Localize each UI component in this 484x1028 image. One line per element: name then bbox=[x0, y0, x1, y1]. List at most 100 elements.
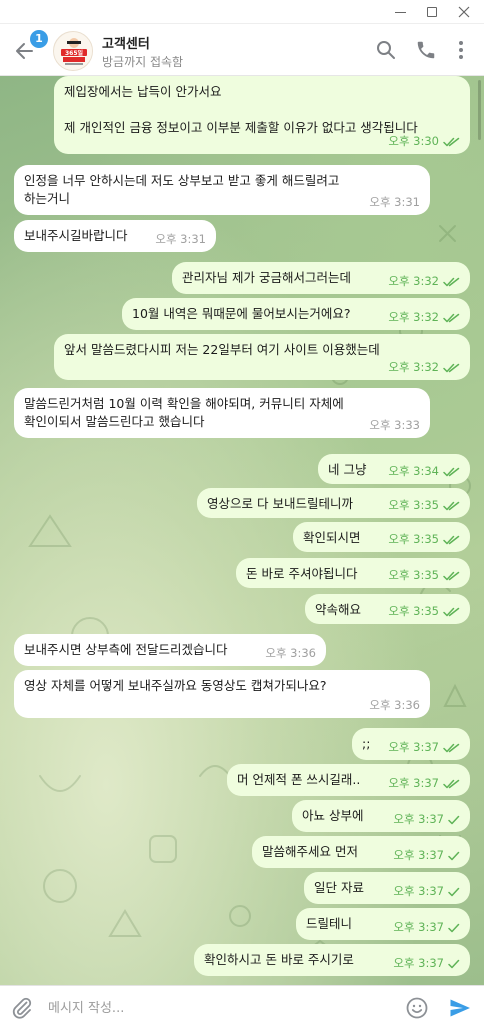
window-titlebar bbox=[0, 0, 484, 24]
message-time: 오후 3:37 bbox=[393, 848, 444, 862]
attach-button[interactable] bbox=[10, 996, 34, 1020]
message-meta: 오후 3:34 bbox=[388, 462, 460, 480]
check-icon bbox=[444, 812, 460, 826]
outgoing-message[interactable]: 머 언제적 폰 쓰시길래.. 오후 3:37 bbox=[227, 764, 470, 796]
double-check-icon bbox=[439, 274, 460, 288]
maximize-button[interactable] bbox=[416, 0, 448, 24]
message-meta: 오후 3:30 bbox=[388, 132, 460, 150]
message-text: 제입장에서는 납득이 안가서요 제 개인적인 금융 정보이고 이부분 제출할 이유… bbox=[64, 84, 418, 135]
scrollbar-thumb[interactable] bbox=[478, 80, 481, 140]
incoming-message[interactable]: 인정을 너무 안하시는데 저도 상부보고 받고 좋게 해드릴려고 하는거니오후 3… bbox=[14, 165, 430, 215]
double-check-icon bbox=[439, 776, 460, 790]
maximize-icon bbox=[427, 7, 437, 17]
incoming-message[interactable]: 보내주시길바랍니다 오후 3:31 bbox=[14, 220, 216, 252]
message-meta: 오후 3:35 bbox=[388, 496, 460, 514]
outgoing-message[interactable]: 드릴테니 오후 3:37 bbox=[296, 908, 470, 940]
message-meta: 오후 3:35 bbox=[388, 566, 460, 584]
outgoing-message[interactable]: 확인되시면 오후 3:35 bbox=[293, 522, 470, 552]
outgoing-message[interactable]: 앞서 말씀드렸다시피 저는 22일부터 여기 사이트 이용했는데 오후 3:32 bbox=[54, 334, 470, 380]
check-icon bbox=[444, 848, 460, 862]
message-time: 오후 3:34 bbox=[388, 464, 439, 478]
incoming-message[interactable]: 보내주시면 상부측에 전달드리겠습니다 오후 3:36 bbox=[14, 634, 326, 666]
outgoing-message[interactable]: 관리자님 제가 궁금해서그러는데 오후 3:32 bbox=[172, 262, 470, 294]
message-time: 오후 3:31 bbox=[155, 232, 206, 246]
message-meta: 오후 3:33 bbox=[369, 416, 420, 434]
incoming-message[interactable]: 말씀드린거처럼 10월 이력 확인을 해야되며, 커뮤니티 자체에 확인이되서 말… bbox=[14, 388, 430, 438]
message-meta: 오후 3:36 bbox=[265, 644, 316, 662]
call-button[interactable] bbox=[415, 39, 437, 61]
chat-title: 고객센터 bbox=[102, 37, 150, 52]
outgoing-message[interactable]: 확인하시고 돈 바로 주시기로 오후 3:37 bbox=[194, 944, 470, 976]
double-check-icon bbox=[439, 134, 460, 148]
more-vertical-icon bbox=[459, 41, 463, 59]
check-icon bbox=[444, 884, 460, 898]
close-window-button[interactable] bbox=[448, 0, 480, 24]
message-time: 오후 3:37 bbox=[393, 884, 444, 898]
message-time: 오후 3:35 bbox=[388, 604, 439, 618]
message-meta: 오후 3:32 bbox=[388, 272, 460, 290]
message-time: 오후 3:30 bbox=[388, 134, 439, 148]
message-time: 오후 3:31 bbox=[369, 195, 420, 209]
message-meta: 오후 3:36 bbox=[369, 696, 420, 714]
chat-status: 방금까지 접속함 bbox=[102, 55, 184, 69]
message-meta: 오후 3:37 bbox=[393, 918, 460, 936]
message-time: 오후 3:36 bbox=[265, 646, 316, 660]
message-meta: 오후 3:35 bbox=[388, 530, 460, 548]
send-button[interactable] bbox=[448, 996, 472, 1020]
outgoing-message[interactable]: 일단 자료 오후 3:37 bbox=[304, 872, 470, 904]
avatar[interactable]: 365일 bbox=[53, 31, 93, 71]
message-meta: 오후 3:32 bbox=[388, 358, 460, 376]
outgoing-message[interactable]: 약속해요 오후 3:35 bbox=[305, 594, 470, 624]
message-time: 오후 3:35 bbox=[388, 498, 439, 512]
outgoing-message[interactable]: ;; 오후 3:37 bbox=[352, 728, 470, 760]
chat-area[interactable]: 제입장에서는 납득이 안가서요 제 개인적인 금융 정보이고 이부분 제출할 이유… bbox=[0, 76, 484, 985]
message-composer bbox=[0, 985, 484, 1028]
message-text: 영상 자체를 어떻게 보내주실까요 동영상도 캡쳐가되나요? bbox=[24, 678, 327, 693]
message-meta: 오후 3:31 bbox=[369, 193, 420, 211]
outgoing-message[interactable]: 아뇨 상부에 오후 3:37 bbox=[292, 800, 470, 832]
message-meta: 오후 3:32 bbox=[388, 308, 460, 326]
check-icon bbox=[444, 920, 460, 934]
incoming-message[interactable]: 영상 자체를 어떻게 보내주실까요 동영상도 캡쳐가되나요? 오후 3:36 bbox=[14, 670, 430, 718]
double-check-icon bbox=[439, 464, 460, 478]
message-meta: 오후 3:37 bbox=[393, 846, 460, 864]
message-time: 오후 3:35 bbox=[388, 532, 439, 546]
search-icon bbox=[377, 41, 395, 59]
message-text: 인정을 너무 안하시는데 저도 상부보고 받고 좋게 해드릴려고 하는거니 bbox=[24, 173, 340, 206]
minimize-icon bbox=[394, 11, 406, 13]
message-time: 오후 3:35 bbox=[388, 568, 439, 582]
send-icon bbox=[450, 999, 470, 1017]
double-check-icon bbox=[439, 360, 460, 374]
more-button[interactable] bbox=[450, 39, 472, 61]
emoji-button[interactable] bbox=[405, 996, 429, 1020]
message-time: 오후 3:32 bbox=[388, 274, 439, 288]
outgoing-message[interactable]: 10월 내역은 뭐때문에 물어보시는거에요? 오후 3:32 bbox=[122, 298, 470, 330]
paperclip-icon bbox=[12, 997, 32, 1019]
message-meta: 오후 3:37 bbox=[393, 954, 460, 972]
outgoing-message[interactable]: 제입장에서는 납득이 안가서요 제 개인적인 금융 정보이고 이부분 제출할 이유… bbox=[54, 76, 470, 154]
message-meta: 오후 3:31 bbox=[155, 230, 206, 248]
svg-text:365일: 365일 bbox=[65, 49, 84, 57]
outgoing-message[interactable]: 돈 바로 주셔야됩니다 오후 3:35 bbox=[236, 558, 470, 588]
double-check-icon bbox=[439, 568, 460, 582]
message-meta: 오후 3:37 bbox=[393, 882, 460, 900]
outgoing-message[interactable]: 말씀해주세요 먼저 오후 3:37 bbox=[252, 836, 470, 868]
message-time: 오후 3:37 bbox=[393, 812, 444, 826]
double-check-icon bbox=[439, 740, 460, 754]
message-time: 오후 3:37 bbox=[388, 740, 439, 754]
outgoing-message[interactable]: 영상으로 다 보내드릴테니까 오후 3:35 bbox=[197, 488, 470, 518]
search-button[interactable] bbox=[375, 39, 397, 61]
message-time: 오후 3:37 bbox=[393, 956, 444, 970]
outgoing-message[interactable]: 네 그냥 오후 3:34 bbox=[318, 454, 470, 484]
message-input[interactable] bbox=[48, 994, 388, 1022]
check-icon bbox=[444, 956, 460, 970]
minimize-button[interactable] bbox=[384, 0, 416, 24]
double-check-icon bbox=[439, 604, 460, 618]
double-check-icon bbox=[439, 498, 460, 512]
message-time: 오후 3:36 bbox=[369, 698, 420, 712]
message-text: 말씀드린거처럼 10월 이력 확인을 해야되며, 커뮤니티 자체에 확인이되서 말… bbox=[24, 396, 344, 429]
unread-badge: 1 bbox=[30, 30, 48, 48]
message-meta: 오후 3:37 bbox=[388, 738, 460, 756]
message-time: 오후 3:33 bbox=[369, 418, 420, 432]
message-time: 오후 3:37 bbox=[393, 920, 444, 934]
